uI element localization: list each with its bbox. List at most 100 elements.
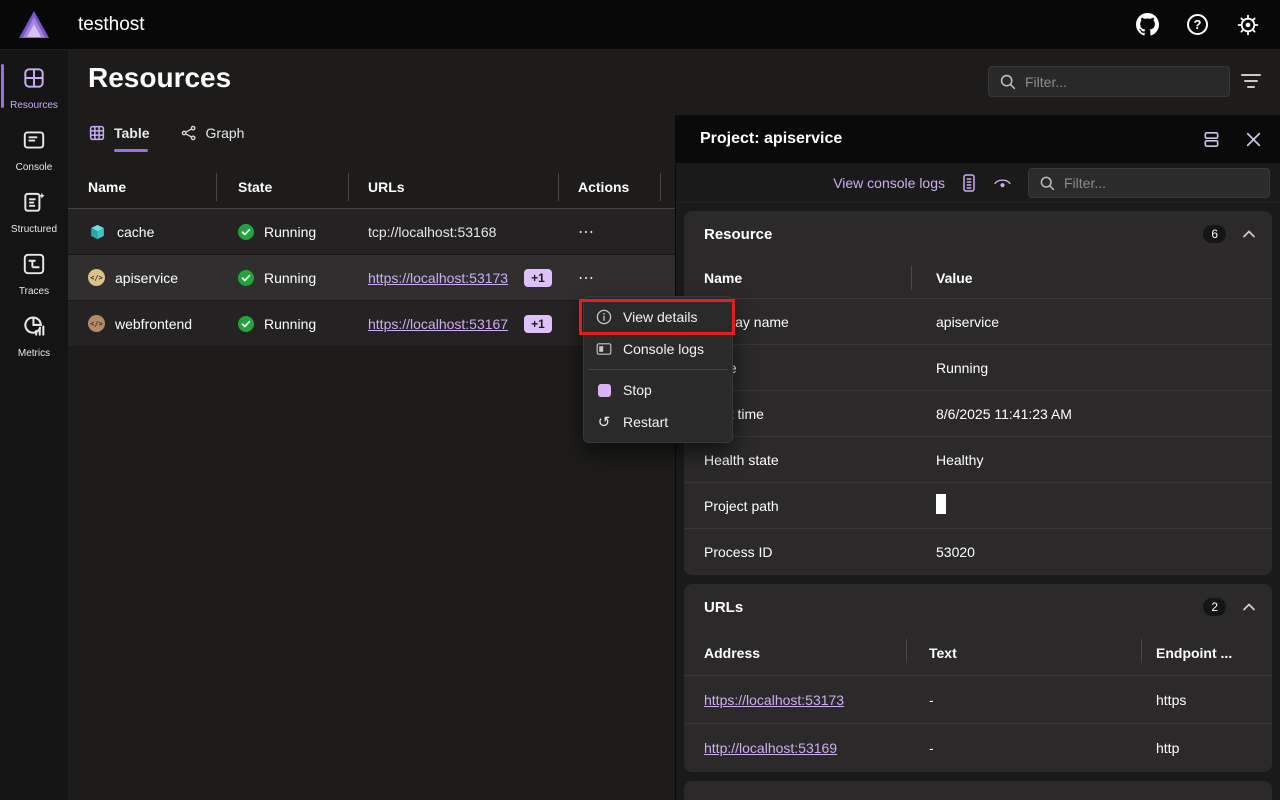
graph-share-icon xyxy=(180,124,198,142)
app-title: testhost xyxy=(78,14,145,36)
table-row[interactable]: </>apiserviceRunninghttps://localhost:53… xyxy=(68,255,675,301)
sidebar-item-traces[interactable]: Traces xyxy=(0,242,68,304)
page-title: Resources xyxy=(88,62,231,94)
container-cube-icon xyxy=(88,222,107,242)
sidebar-item-label: Resources xyxy=(10,100,58,111)
row-context-menu: View details Console logs Stop↺Restart xyxy=(583,296,733,443)
sidebar-item-structured[interactable]: Structured xyxy=(0,180,68,242)
filter-lines-icon xyxy=(1240,72,1262,90)
resource-name: apiservice xyxy=(115,270,178,286)
resources-table-header: Name State URLs Actions xyxy=(68,165,675,209)
url-count-badge[interactable]: +1 xyxy=(524,269,552,287)
property-value: apiservice xyxy=(916,314,1272,330)
settings-button[interactable] xyxy=(1236,13,1260,37)
resources-filter xyxy=(988,66,1230,97)
status-badge: Running xyxy=(238,316,348,332)
state-label: Running xyxy=(264,224,316,240)
log-document-button[interactable] xyxy=(961,173,977,193)
stop-icon xyxy=(596,382,612,398)
url-link[interactable]: https://localhost:53173 xyxy=(368,270,508,286)
collapse-resource-button[interactable] xyxy=(1242,229,1256,239)
log-document-icon xyxy=(961,173,977,193)
url-link[interactable]: https://localhost:53173 xyxy=(704,692,844,708)
resource-urls-cell: https://localhost:53167 +1 xyxy=(348,315,558,333)
property-value: 53020 xyxy=(916,544,1272,560)
url-text-cell: - xyxy=(906,692,1141,708)
help-button[interactable]: ? xyxy=(1187,14,1208,35)
running-check-icon xyxy=(238,224,254,240)
column-header-address: Address xyxy=(684,645,906,661)
sidebar-item-label: Structured xyxy=(11,224,57,235)
tab-label: Graph xyxy=(206,125,245,141)
menu-item-label: Console logs xyxy=(623,341,704,357)
github-button[interactable] xyxy=(1136,13,1159,36)
url-link: tcp://localhost:53168 xyxy=(368,224,496,240)
property-value: Running xyxy=(916,360,1272,376)
close-icon xyxy=(1245,131,1262,148)
sidebar-item-console[interactable]: Console xyxy=(0,118,68,180)
property-name: Process ID xyxy=(684,544,916,560)
close-panel-button[interactable] xyxy=(1245,131,1262,148)
urls-table-header: Address Text Endpoint ... xyxy=(684,630,1272,676)
mask-values-button[interactable] xyxy=(993,175,1012,191)
details-panel-toolbar: View console logs xyxy=(676,163,1280,203)
urls-section: URLs 2 Address Text Endpoint ... https xyxy=(684,584,1272,772)
menu-item-console-logs[interactable]: Console logs xyxy=(584,333,732,365)
url-count-badge[interactable]: +1 xyxy=(524,315,552,333)
tab-graph[interactable]: Graph xyxy=(180,124,245,152)
traces-icon xyxy=(21,251,47,282)
url-link[interactable]: http://localhost:53169 xyxy=(704,740,837,756)
console-icon xyxy=(21,127,47,158)
column-header-urls: URLs xyxy=(348,179,558,195)
resource-actions-cell: ⋯ xyxy=(558,268,675,288)
filter-options-button[interactable] xyxy=(1240,72,1262,90)
split-panel-button[interactable] xyxy=(1202,130,1221,149)
next-section-partial xyxy=(684,781,1272,800)
property-value xyxy=(916,494,1272,517)
eye-icon xyxy=(993,175,1012,191)
collapse-urls-button[interactable] xyxy=(1242,602,1256,612)
property-name: Health state xyxy=(684,452,916,468)
url-text-cell: - xyxy=(906,740,1141,756)
menu-divider xyxy=(588,369,728,370)
property-value: Healthy xyxy=(916,452,1272,468)
left-nav: Resources Console Structured Traces Metr… xyxy=(0,50,68,800)
url-link[interactable]: https://localhost:53167 xyxy=(368,316,508,332)
chevron-up-icon xyxy=(1242,602,1256,612)
column-header-actions: Actions xyxy=(558,179,675,195)
grid-icon xyxy=(21,65,47,96)
view-console-logs-link[interactable]: View console logs xyxy=(833,175,945,191)
column-header-name: Name xyxy=(68,179,216,195)
column-header-name: Name xyxy=(684,270,916,286)
menu-item-stop[interactable]: Stop xyxy=(584,374,732,406)
search-icon xyxy=(999,73,1016,90)
urls-table-body: https://localhost:53173-httpshttp://loca… xyxy=(684,676,1272,772)
filter-input[interactable] xyxy=(1025,74,1219,90)
sidebar-item-metrics[interactable]: Metrics xyxy=(0,304,68,366)
sidebar-item-label: Console xyxy=(16,162,53,173)
status-badge: Running xyxy=(238,224,348,240)
menu-item-restart[interactable]: ↺Restart xyxy=(584,406,732,438)
view-tabs: Table Graph xyxy=(88,124,244,152)
resource-name-cell: cache xyxy=(68,222,216,242)
app-screen: testhost ? Resources Console xyxy=(0,0,1280,800)
details-filter-input[interactable] xyxy=(1064,175,1259,191)
more-actions-button[interactable]: ⋯ xyxy=(578,268,596,288)
url-address-cell: https://localhost:53173 xyxy=(684,692,906,708)
resource-table-header: Name Value xyxy=(684,257,1272,299)
sidebar-item-resources[interactable]: Resources xyxy=(0,56,68,118)
menu-item-view-details[interactable]: View details xyxy=(584,301,732,333)
more-actions-button[interactable]: ⋯ xyxy=(578,222,596,242)
table-row[interactable]: cache Running tcp://localhost:53168 ⋯ xyxy=(68,209,675,255)
help-icon: ? xyxy=(1187,14,1208,35)
resource-name-cell: </>webfrontend xyxy=(68,315,216,332)
resource-actions-cell: ⋯ xyxy=(558,222,675,242)
project-code-icon: </> xyxy=(88,315,105,332)
details-panel-title: Project: apiservice xyxy=(700,130,842,148)
resource-state-cell: Running xyxy=(216,224,348,240)
restart-icon: ↺ xyxy=(596,414,612,430)
tab-table[interactable]: Table xyxy=(88,124,150,152)
url-row: https://localhost:53173-https xyxy=(684,676,1272,724)
gear-icon xyxy=(1236,13,1260,37)
github-icon xyxy=(1136,13,1159,36)
